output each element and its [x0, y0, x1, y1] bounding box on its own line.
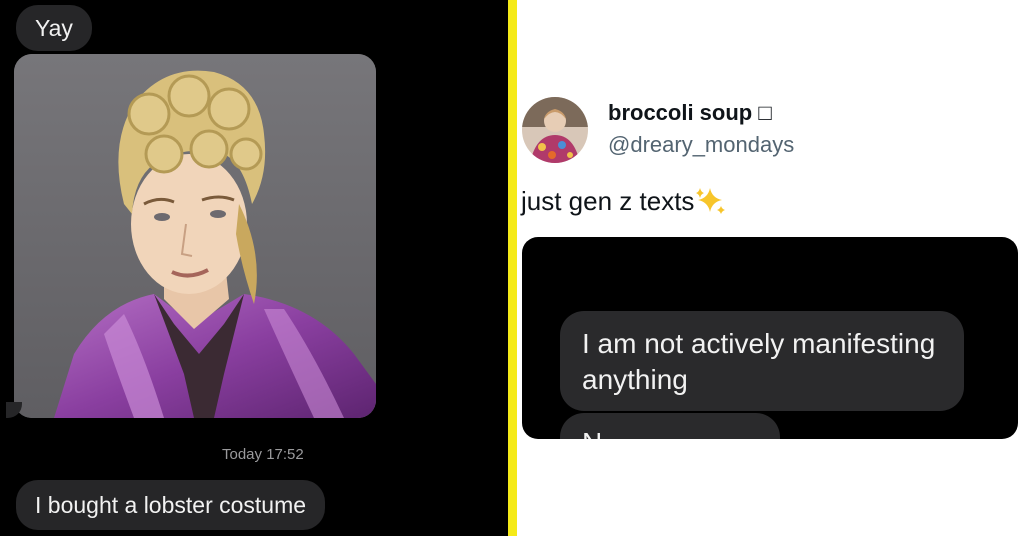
display-name-emoji: □: [758, 100, 772, 125]
tweet-text: just gen z texts: [521, 186, 726, 217]
message-timestamp: Today 17:52: [222, 446, 304, 463]
yellow-divider: [508, 0, 517, 536]
bubble-tail: [6, 402, 22, 418]
avatar[interactable]: [522, 97, 588, 163]
display-name-text: broccoli soup: [608, 100, 753, 125]
avatar-image: [522, 97, 588, 163]
left-chat-screenshot: Yay Today 17:52 I bought a lobster costu…: [0, 0, 508, 536]
tweet-screenshot: broccoli soup □ @dreary_mondays just gen…: [517, 0, 1024, 536]
chat-message-partial: N: [560, 413, 780, 439]
chat-message-manifesting: I am not actively manifesting anything: [560, 311, 964, 411]
received-message-costume: I bought a lobster costume: [16, 480, 326, 530]
action-figure-image: [14, 54, 376, 418]
action-figure-illustration: [14, 54, 376, 418]
sparkles-icon: [694, 186, 726, 214]
display-name[interactable]: broccoli soup □: [608, 100, 772, 126]
user-handle[interactable]: @dreary_mondays: [608, 132, 794, 158]
received-message-yay: Yay: [16, 5, 92, 51]
embedded-chat-image: I am not actively manifesting anything N: [522, 237, 1018, 439]
tweet-text-body: just gen z texts: [521, 186, 695, 216]
